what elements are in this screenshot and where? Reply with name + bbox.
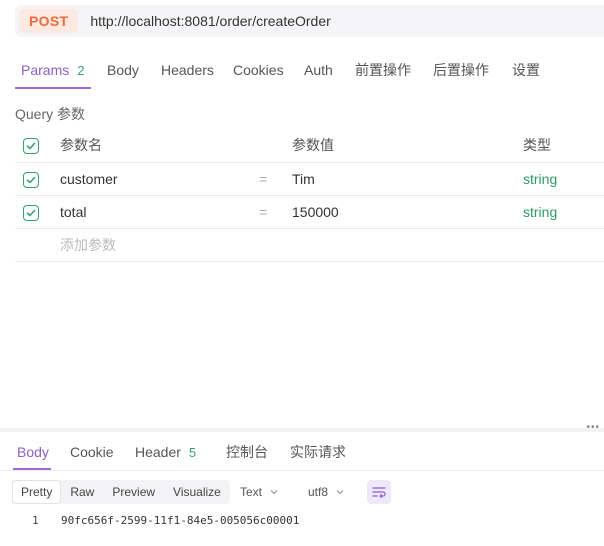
resp-tab-header[interactable]: Header 5 xyxy=(135,437,196,471)
resp-tab-body[interactable]: Body xyxy=(17,437,49,471)
line-number: 1 xyxy=(32,514,39,527)
tab-body[interactable]: Body xyxy=(107,55,139,89)
add-param-input[interactable]: 添加参数 xyxy=(60,229,116,262)
word-wrap-button[interactable] xyxy=(367,480,391,504)
params-count-badge: 2 xyxy=(77,63,85,78)
active-response-tab-indicator xyxy=(13,468,51,470)
check-icon xyxy=(26,176,36,184)
tab-post-request[interactable]: 后置操作 xyxy=(433,55,489,89)
tab-params-label: Params xyxy=(21,62,70,78)
chevron-down-icon xyxy=(336,490,344,495)
chevron-down-icon xyxy=(270,490,278,495)
encoding-value: utf8 xyxy=(308,485,329,499)
encoding-dropdown[interactable]: utf8 xyxy=(308,480,344,504)
column-header-type: 类型 xyxy=(523,137,551,153)
tab-cookies[interactable]: Cookies xyxy=(233,55,284,89)
tab-settings[interactable]: 设置 xyxy=(512,55,540,89)
url-input[interactable]: http://localhost:8081/order/createOrder xyxy=(90,13,330,29)
resp-tab-cookie[interactable]: Cookie xyxy=(70,437,114,471)
params-table: 参数名 参数值 类型 customer = Tim string total =… xyxy=(15,129,604,262)
format-value: Text xyxy=(240,485,263,499)
check-icon xyxy=(26,142,36,150)
row-enabled-checkbox[interactable] xyxy=(23,172,39,188)
params-table-header: 参数名 参数值 类型 xyxy=(15,129,604,163)
more-icon[interactable]: ••• xyxy=(586,422,600,433)
tab-headers[interactable]: Headers xyxy=(161,55,214,89)
equals-sign: = xyxy=(259,171,268,187)
http-method-badge[interactable]: POST xyxy=(19,9,79,33)
response-line-text: 90fc656f-2599-11f1-84e5-005056c00001 xyxy=(61,514,300,527)
param-type-select[interactable]: string xyxy=(523,163,557,196)
param-value-input[interactable]: 150000 xyxy=(292,196,339,229)
resp-tab-header-label: Header xyxy=(135,444,181,460)
header-count-badge: 5 xyxy=(188,445,197,460)
request-tabs: Params 2 Body Headers Cookies Auth 前置操作 后… xyxy=(0,55,604,89)
resp-tab-console[interactable]: 控制台 xyxy=(226,437,268,471)
pane-resize-handle[interactable] xyxy=(0,428,604,432)
row-enabled-checkbox[interactable] xyxy=(23,205,39,221)
add-param-row: 添加参数 xyxy=(15,229,604,262)
tab-auth[interactable]: Auth xyxy=(304,55,333,89)
view-visualize-button[interactable]: Visualize xyxy=(165,481,229,503)
response-tabs: Body Cookie Header 5 控制台 实际请求 xyxy=(0,437,604,471)
url-bar[interactable]: POST http://localhost:8081/order/createO… xyxy=(15,5,604,37)
response-body-editor[interactable]: 1 90fc656f-2599-11f1-84e5-005056c00001 xyxy=(0,510,604,532)
view-preview-button[interactable]: Preview xyxy=(104,481,163,503)
param-name-input[interactable]: customer xyxy=(60,163,118,196)
table-row: customer = Tim string xyxy=(15,163,604,196)
view-mode-segmented: Pretty Raw Preview Visualize xyxy=(12,480,230,504)
tab-pre-request[interactable]: 前置操作 xyxy=(355,55,411,89)
query-params-title: Query 参数 xyxy=(15,106,86,122)
check-icon xyxy=(26,209,36,217)
table-row: total = 150000 string xyxy=(15,196,604,229)
param-type-select[interactable]: string xyxy=(523,196,557,229)
param-name-input[interactable]: total xyxy=(60,196,86,229)
active-tab-indicator xyxy=(15,87,91,89)
tab-params[interactable]: Params 2 xyxy=(21,55,84,89)
wrap-text-icon xyxy=(372,487,386,498)
column-header-value: 参数值 xyxy=(292,137,334,153)
format-dropdown[interactable]: Text xyxy=(240,480,278,504)
response-toolbar: Pretty Raw Preview Visualize Text utf8 xyxy=(12,480,391,504)
column-header-name: 参数名 xyxy=(60,137,102,153)
equals-sign: = xyxy=(259,204,268,220)
resp-tab-actual-request[interactable]: 实际请求 xyxy=(290,437,346,471)
select-all-checkbox[interactable] xyxy=(23,138,39,154)
view-raw-button[interactable]: Raw xyxy=(62,481,102,503)
param-value-input[interactable]: Tim xyxy=(292,163,315,196)
view-pretty-button[interactable]: Pretty xyxy=(13,481,61,503)
